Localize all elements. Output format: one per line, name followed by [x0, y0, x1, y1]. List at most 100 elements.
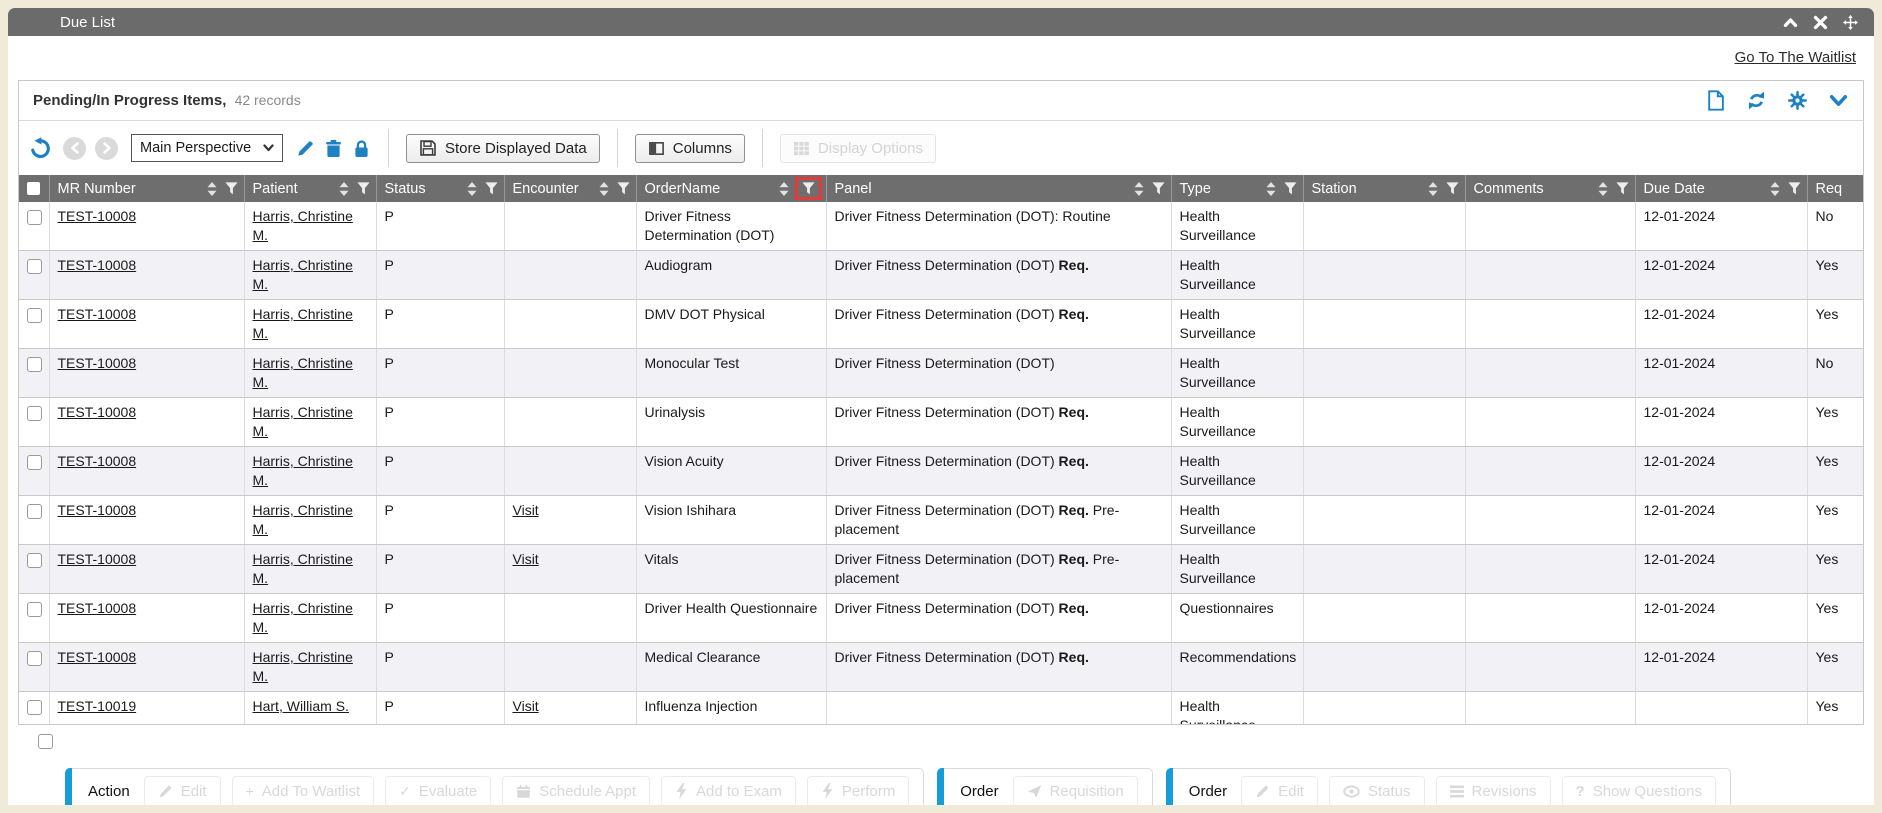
show-questions-button[interactable]: ?Show Questions	[1562, 776, 1716, 806]
window-titlebar[interactable]: Due List	[8, 8, 1874, 36]
row-checkbox[interactable]	[27, 602, 42, 617]
undo-icon[interactable]	[29, 137, 52, 160]
evaluate-button[interactable]: ✓Evaluate	[385, 776, 491, 806]
row-checkbox[interactable]	[27, 651, 42, 666]
sort-icon[interactable]	[1266, 182, 1276, 196]
filter-funnel-icon[interactable]	[1788, 182, 1801, 195]
col-status: Status	[376, 175, 504, 202]
perform-button[interactable]: Perform	[807, 776, 909, 806]
go-to-waitlist-link[interactable]: Go To The Waitlist	[1735, 49, 1856, 66]
patient-link[interactable]: Harris, Christine M.	[253, 453, 353, 488]
sort-icon[interactable]	[1134, 182, 1144, 196]
patient-link[interactable]: Hart, William S.	[253, 698, 349, 714]
table-row: TEST-10008 Harris, Christine M. P Visit …	[19, 545, 1863, 594]
visit-link[interactable]: Visit	[513, 551, 539, 567]
panel-req-flag: Req.	[1059, 453, 1089, 469]
store-displayed-data-button[interactable]: Store Displayed Data	[406, 134, 600, 163]
filter-funnel-icon[interactable]	[617, 182, 630, 195]
filter-funnel-icon[interactable]	[225, 182, 238, 195]
display-options-button[interactable]: Display Options	[780, 134, 936, 163]
filter-funnel-icon[interactable]	[1152, 182, 1165, 195]
filter-funnel-icon[interactable]	[485, 182, 498, 195]
edit-button[interactable]: Edit	[144, 776, 221, 806]
pencil-icon[interactable]	[296, 139, 315, 158]
gear-icon[interactable]	[1787, 90, 1808, 111]
row-checkbox[interactable]	[27, 308, 42, 323]
requisition-button[interactable]: Requisition	[1013, 776, 1138, 806]
patient-link[interactable]: Harris, Christine M.	[253, 649, 353, 684]
mr-number-link[interactable]: TEST-10019	[58, 698, 137, 714]
nav-forward-button[interactable]	[95, 137, 118, 160]
row-checkbox[interactable]	[27, 406, 42, 421]
order-edit-button[interactable]: Edit	[1241, 776, 1318, 806]
question-icon: ?	[1576, 783, 1585, 800]
mr-number-link[interactable]: TEST-10008	[58, 600, 137, 616]
visit-link[interactable]: Visit	[513, 502, 539, 518]
sort-icon[interactable]	[207, 182, 217, 196]
trash-icon[interactable]	[324, 139, 343, 158]
row-checkbox[interactable]	[27, 210, 42, 225]
patient-link[interactable]: Harris, Christine M.	[253, 551, 353, 586]
new-document-icon[interactable]	[1705, 90, 1726, 111]
perspective-select[interactable]: Main Perspective	[131, 134, 283, 162]
mr-number-link[interactable]: TEST-10008	[58, 208, 137, 224]
status-button[interactable]: Status	[1329, 776, 1425, 806]
filter-funnel-icon[interactable]	[1446, 182, 1459, 195]
filter-funnel-icon[interactable]	[1616, 182, 1629, 195]
row-checkbox[interactable]	[27, 504, 42, 519]
row-checkbox[interactable]	[27, 259, 42, 274]
close-icon[interactable]	[1813, 15, 1828, 30]
patient-link[interactable]: Harris, Christine M.	[253, 355, 353, 390]
mr-number-link[interactable]: TEST-10008	[58, 257, 137, 273]
patient-link[interactable]: Harris, Christine M.	[253, 306, 353, 341]
visit-link[interactable]: Visit	[513, 698, 539, 714]
mr-number-link[interactable]: TEST-10008	[58, 355, 137, 371]
toolbar-separator	[388, 129, 389, 167]
add-to-exam-button[interactable]: Add to Exam	[661, 776, 796, 806]
collapse-icon[interactable]	[1783, 15, 1798, 30]
move-icon[interactable]	[1843, 15, 1858, 30]
mr-number-link[interactable]: TEST-10008	[58, 502, 137, 518]
panel-req-flag: Req.	[1059, 404, 1089, 420]
mr-number-link[interactable]: TEST-10008	[58, 306, 137, 322]
filter-funnel-icon[interactable]	[357, 182, 370, 195]
sort-icon[interactable]	[1770, 182, 1780, 196]
columns-button-label: Columns	[673, 140, 732, 157]
patient-link[interactable]: Harris, Christine M.	[253, 600, 353, 635]
patient-link[interactable]: Harris, Christine M.	[253, 257, 353, 292]
columns-button[interactable]: Columns	[635, 134, 745, 163]
sort-icon[interactable]	[339, 182, 349, 196]
mr-number-link[interactable]: TEST-10008	[58, 404, 137, 420]
col-label: Req	[1816, 181, 1843, 197]
revisions-button[interactable]: Revisions	[1436, 776, 1551, 806]
sort-icon[interactable]	[1428, 182, 1438, 196]
sort-icon[interactable]	[467, 182, 477, 196]
mr-number-link[interactable]: TEST-10008	[58, 453, 137, 469]
sort-icon[interactable]	[1598, 182, 1608, 196]
table-row: TEST-10008 Harris, Christine M. P Urinal…	[19, 398, 1863, 447]
lock-icon[interactable]	[352, 139, 371, 158]
window-content: Go To The Waitlist Pending/In Progress I…	[8, 36, 1874, 805]
filter-funnel-icon[interactable]	[802, 182, 815, 195]
filter-funnel-icon[interactable]	[1284, 182, 1297, 195]
select-all-checkbox[interactable]	[27, 182, 40, 195]
row-checkbox[interactable]	[38, 734, 53, 749]
chevron-down-icon[interactable]	[1828, 90, 1849, 111]
table-row: TEST-10008 Harris, Christine M. P Vision…	[19, 447, 1863, 496]
patient-link[interactable]: Harris, Christine M.	[253, 404, 353, 439]
patient-link[interactable]: Harris, Christine M.	[253, 208, 353, 243]
row-checkbox[interactable]	[27, 455, 42, 470]
patient-link[interactable]: Harris, Christine M.	[253, 502, 353, 537]
add-to-waitlist-button[interactable]: +Add To Waitlist	[232, 776, 375, 806]
mr-number-link[interactable]: TEST-10008	[58, 551, 137, 567]
refresh-icon[interactable]	[1746, 90, 1767, 111]
sort-icon[interactable]	[599, 182, 609, 196]
row-checkbox[interactable]	[27, 357, 42, 372]
row-checkbox[interactable]	[27, 700, 42, 715]
nav-back-button[interactable]	[63, 137, 86, 160]
schedule-appt-button[interactable]: Schedule Appt	[502, 776, 650, 806]
sort-icon[interactable]	[779, 182, 789, 196]
row-checkbox[interactable]	[27, 553, 42, 568]
mr-number-link[interactable]: TEST-10008	[58, 649, 137, 665]
due-date-cell: 12-01-2024	[1635, 594, 1807, 643]
